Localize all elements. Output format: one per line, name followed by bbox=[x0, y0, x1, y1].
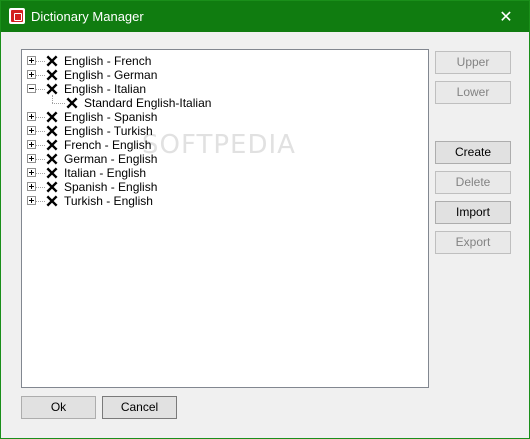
tree-item-label: Italian - English bbox=[64, 166, 147, 180]
expand-icon[interactable] bbox=[27, 196, 36, 205]
tree-item-label: English - Italian bbox=[64, 82, 147, 96]
tree-item-label: English - German bbox=[64, 68, 158, 82]
collapse-icon[interactable] bbox=[27, 84, 36, 93]
expand-icon[interactable] bbox=[27, 112, 36, 121]
tree-item[interactable]: French - English bbox=[22, 138, 428, 152]
upper-button[interactable]: Upper bbox=[435, 51, 511, 74]
import-button[interactable]: Import bbox=[435, 201, 511, 224]
expand-icon[interactable] bbox=[27, 168, 36, 177]
tree-child-item[interactable]: Standard English-Italian bbox=[22, 96, 428, 110]
tree-item-label: English - French bbox=[64, 54, 152, 68]
app-icon bbox=[9, 8, 25, 24]
checkbox-x-icon[interactable] bbox=[46, 195, 58, 207]
tree-item[interactable]: Spanish - English bbox=[22, 180, 428, 194]
create-button[interactable]: Create bbox=[435, 141, 511, 164]
export-button[interactable]: Export bbox=[435, 231, 511, 254]
tree-item-label: French - English bbox=[64, 138, 152, 152]
tree-item[interactable]: English - Italian bbox=[22, 82, 428, 96]
dictionary-tree[interactable]: SOFTPEDIA English - French English - Germ… bbox=[21, 49, 429, 388]
expand-icon[interactable] bbox=[27, 56, 36, 65]
cancel-button[interactable]: Cancel bbox=[102, 396, 177, 419]
lower-button[interactable]: Lower bbox=[435, 81, 511, 104]
tree-item-label: English - Spanish bbox=[64, 110, 158, 124]
tree-item[interactable]: English - German bbox=[22, 68, 428, 82]
checkbox-x-icon[interactable] bbox=[46, 111, 58, 123]
checkbox-x-icon[interactable] bbox=[46, 55, 58, 67]
tree-item[interactable]: German - English bbox=[22, 152, 428, 166]
delete-button[interactable]: Delete bbox=[435, 171, 511, 194]
checkbox-x-icon[interactable] bbox=[46, 167, 58, 179]
window-title: Dictionary Manager bbox=[31, 9, 144, 24]
checkbox-x-icon[interactable] bbox=[46, 83, 58, 95]
expand-icon[interactable] bbox=[27, 154, 36, 163]
title-bar[interactable]: Dictionary Manager ✕ bbox=[1, 1, 529, 32]
close-icon[interactable]: ✕ bbox=[483, 1, 529, 32]
tree-item-label: Turkish - English bbox=[64, 194, 153, 208]
checkbox-x-icon[interactable] bbox=[46, 153, 58, 165]
expand-icon[interactable] bbox=[27, 140, 36, 149]
tree-item-label: Standard English-Italian bbox=[84, 96, 212, 110]
tree-item[interactable]: Italian - English bbox=[22, 166, 428, 180]
checkbox-x-icon[interactable] bbox=[46, 69, 58, 81]
tree-item[interactable]: English - French bbox=[22, 54, 428, 68]
tree-item[interactable]: English - Turkish bbox=[22, 124, 428, 138]
tree-item[interactable]: Turkish - English bbox=[22, 194, 428, 208]
checkbox-x-icon[interactable] bbox=[46, 181, 58, 193]
tree-item-label: German - English bbox=[64, 152, 158, 166]
checkbox-x-icon[interactable] bbox=[46, 125, 58, 137]
ok-button[interactable]: Ok bbox=[21, 396, 96, 419]
expand-icon[interactable] bbox=[27, 126, 36, 135]
tree-item-label: Spanish - English bbox=[64, 180, 158, 194]
dictionary-manager-window: Dictionary Manager ✕ SOFTPEDIA English -… bbox=[0, 0, 530, 439]
checkbox-x-icon[interactable] bbox=[66, 97, 78, 109]
tree-item[interactable]: English - Spanish bbox=[22, 110, 428, 124]
tree-item-label: English - Turkish bbox=[64, 124, 153, 138]
checkbox-x-icon[interactable] bbox=[46, 139, 58, 151]
expand-icon[interactable] bbox=[27, 182, 36, 191]
expand-icon[interactable] bbox=[27, 70, 36, 79]
